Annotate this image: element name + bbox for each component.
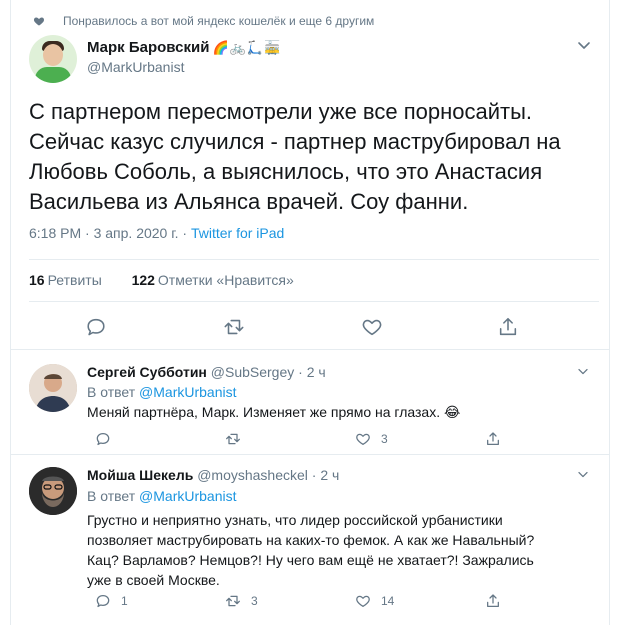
reply-prefix: В ответ xyxy=(87,488,140,504)
chevron-down-icon[interactable] xyxy=(577,368,589,376)
author-emoji: 🌈🚲🛴🚋 xyxy=(212,40,282,55)
like-icon xyxy=(356,433,370,445)
retweet-button[interactable]: 3 xyxy=(225,592,258,610)
reply-author-name[interactable]: Мойша Шекель xyxy=(87,467,193,483)
reply-count: 1 xyxy=(121,594,128,608)
reply-icon xyxy=(96,595,110,608)
share-icon[interactable] xyxy=(497,316,519,338)
tweet-thread: Понравилось а вот мой яндекс кошелёк и е… xyxy=(10,0,610,625)
reply-tweet[interactable]: Мойша Шекель @moyshasheckel · 2 ч В отве… xyxy=(11,455,609,625)
chevron-down-icon[interactable] xyxy=(577,471,589,479)
heart-icon xyxy=(33,17,45,26)
share-button[interactable] xyxy=(485,592,511,610)
retweet-icon xyxy=(226,595,240,607)
avatar[interactable] xyxy=(29,467,77,515)
reply-button[interactable] xyxy=(95,430,121,448)
retweets-stat[interactable]: 16 Ретвиты xyxy=(29,272,102,288)
retweet-button[interactable] xyxy=(225,430,251,448)
reply-context: В ответ @MarkUrbanist xyxy=(87,382,236,402)
like-button[interactable]: 3 xyxy=(355,430,388,448)
share-button[interactable] xyxy=(485,430,511,448)
author-name[interactable]: Марк Баровский 🌈🚲🛴🚋 xyxy=(87,39,281,57)
reply-actions: 1 3 14 xyxy=(87,592,567,610)
chevron-down-icon[interactable] xyxy=(577,41,591,51)
reply-tweet[interactable]: Сергей Субботин @SubSergey · 2 ч В ответ… xyxy=(11,350,609,454)
likes-stat[interactable]: 122 Отметки «Нравится» xyxy=(132,272,294,288)
divider xyxy=(29,259,599,260)
share-icon xyxy=(487,432,499,445)
like-count: 14 xyxy=(381,594,395,608)
reply-mention-link[interactable]: @MarkUrbanist xyxy=(139,384,236,400)
likes-label: Отметки «Нравится» xyxy=(157,272,294,288)
main-tweet-header: Марк Баровский 🌈🚲🛴🚋 @MarkUrbanist xyxy=(29,35,599,85)
reply-mention-link[interactable]: @MarkUrbanist xyxy=(139,488,236,504)
reply-actions: 3 xyxy=(87,430,567,448)
reply-text: Меняй партнёра, Марк. Изменяет же прямо … xyxy=(87,404,461,420)
avatar[interactable] xyxy=(29,35,77,83)
reply-icon[interactable] xyxy=(85,316,107,338)
tweet-text: С партнером пересмотрели уже все порноса… xyxy=(29,99,561,214)
tweet-client-link[interactable]: Twitter for iPad xyxy=(191,225,284,241)
retweets-label: Ретвиты xyxy=(47,272,102,288)
retweet-icon xyxy=(226,433,240,445)
social-context: Понравилось а вот мой яндекс кошелёк и е… xyxy=(33,14,375,28)
reply-author-name[interactable]: Сергей Субботин xyxy=(87,364,207,380)
tweet-stats: 16 Ретвиты 122 Отметки «Нравится» xyxy=(29,272,294,288)
retweet-count: 3 xyxy=(251,594,258,608)
like-count: 3 xyxy=(381,432,388,446)
reply-prefix: В ответ xyxy=(87,384,140,400)
reply-header: Сергей Субботин @SubSergey · 2 ч xyxy=(87,362,326,382)
reply-header: Мойша Шекель @moyshasheckel · 2 ч xyxy=(87,465,339,485)
likes-count: 122 xyxy=(131,272,155,288)
like-icon[interactable] xyxy=(361,316,383,338)
retweet-icon[interactable] xyxy=(223,316,245,338)
reply-text: Грустно и неприятно узнать, что лидер ро… xyxy=(87,512,535,588)
reply-author-handle[interactable]: @moyshasheckel · 2 ч xyxy=(197,467,339,483)
divider xyxy=(29,301,599,302)
tweet-timestamp[interactable]: 6:18 PM · 3 апр. 2020 г. · xyxy=(29,225,191,241)
author-handle[interactable]: @MarkUrbanist xyxy=(87,57,281,77)
reply-author-handle[interactable]: @SubSergey · 2 ч xyxy=(211,364,326,380)
avatar[interactable] xyxy=(29,364,77,412)
main-tweet-actions xyxy=(11,316,609,340)
retweets-count: 16 xyxy=(29,272,45,288)
tweet-meta: 6:18 PM · 3 апр. 2020 г. · Twitter for i… xyxy=(29,225,284,241)
reply-icon xyxy=(96,433,110,446)
like-icon xyxy=(356,595,370,607)
author-name-text[interactable]: Марк Баровский xyxy=(87,39,209,56)
author-block[interactable]: Марк Баровский 🌈🚲🛴🚋 @MarkUrbanist xyxy=(87,39,281,77)
reply-context: В ответ @MarkUrbanist xyxy=(87,486,236,506)
like-button[interactable]: 14 xyxy=(355,592,394,610)
share-icon xyxy=(487,594,499,607)
reply-button[interactable]: 1 xyxy=(95,592,128,610)
social-context-text: Понравилось а вот мой яндекс кошелёк и е… xyxy=(63,14,375,28)
